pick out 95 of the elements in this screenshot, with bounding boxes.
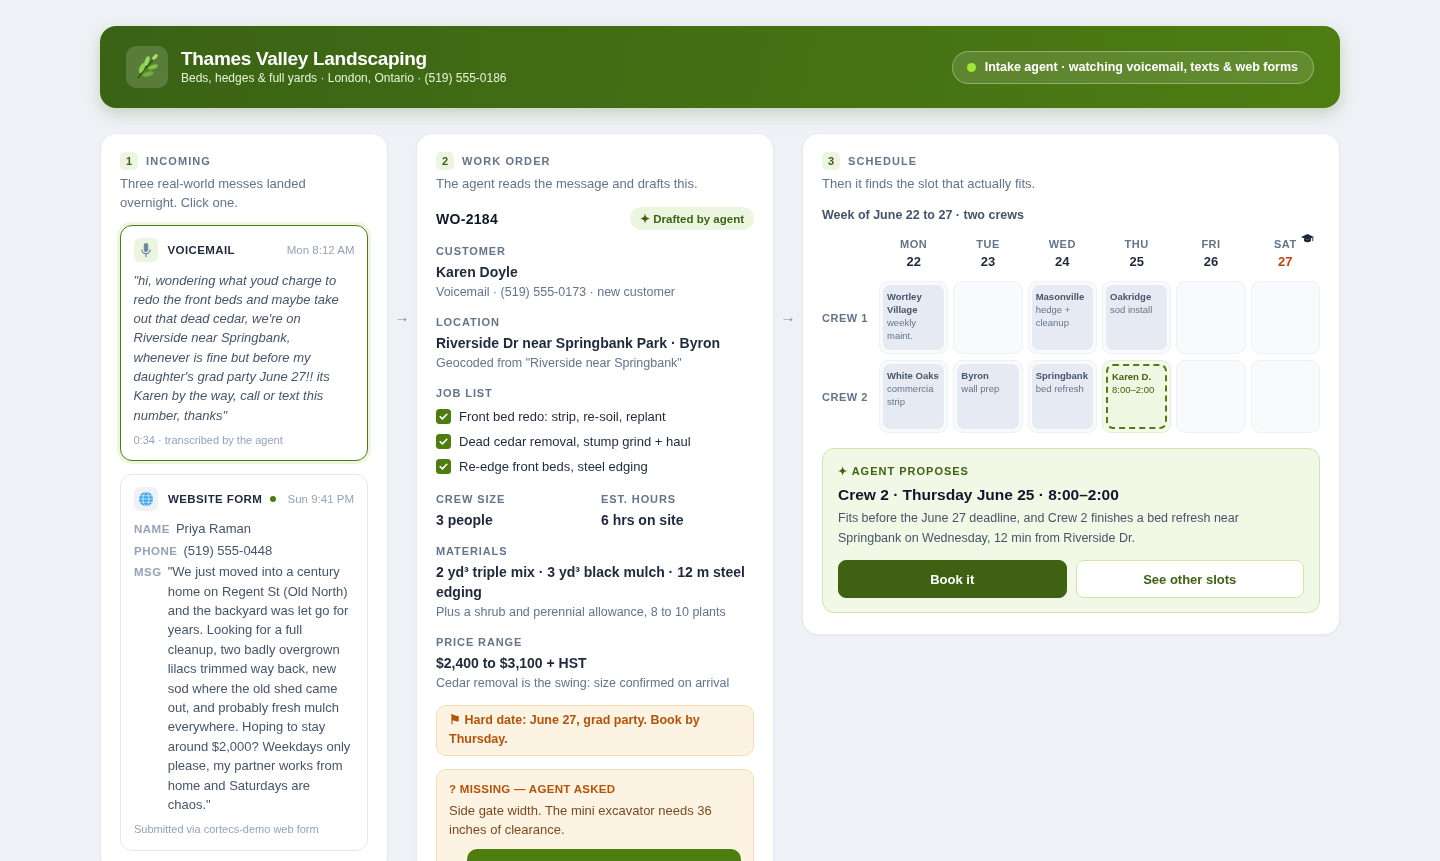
section-label: CREW SIZE	[436, 492, 507, 506]
field-label: MSG	[134, 566, 162, 579]
message-time: Mon 8:12 AM	[286, 243, 355, 256]
step-description: The agent reads the message and drafts this.	[436, 175, 699, 193]
field-label: NAME	[134, 523, 170, 536]
section-label: LOCATION	[436, 315, 501, 329]
proposal-label: ✦ AGENT PROPOSES	[838, 464, 970, 478]
job-detail: sod install	[1110, 303, 1154, 316]
field-value: Priya Raman	[175, 520, 251, 539]
step-number: 2	[436, 152, 454, 170]
checkbox[interactable]	[436, 458, 451, 474]
message-footer: Submitted via cortecs-demo web form	[134, 821, 354, 838]
proposed-slot[interactable]: Karen D. 8:00–2:00	[1106, 364, 1168, 429]
section-label: JOB LIST	[436, 386, 494, 400]
section-label: CUSTOMER	[436, 244, 507, 258]
day-date: 25	[1129, 253, 1144, 271]
job-item: Front bed redo: strip, re-soil, replant	[459, 408, 666, 424]
day-date: 27	[1278, 253, 1293, 271]
section-label: PRICE RANGE	[436, 635, 524, 649]
secondary-button[interactable]: See other slots	[1075, 560, 1304, 598]
day-name: MON	[900, 237, 928, 251]
step-number: 1	[120, 152, 138, 170]
job-detail: 8:00–2:00	[1112, 383, 1156, 396]
message-source: VOICEMAIL	[167, 243, 235, 256]
section-label: EST. HOURS	[601, 492, 677, 506]
day-name: FRI	[1201, 237, 1221, 251]
week-label: Week of June 22 to 27 · two crews	[822, 207, 1025, 223]
section-note: Geocoded from "Riverside near Springbank"	[436, 355, 683, 372]
job-item: Dead cedar removal, stump grind + haul	[459, 433, 691, 449]
day-date: 24	[1055, 253, 1070, 271]
step-description: Then it finds the slot that actually fits.	[822, 175, 1037, 193]
primary-button[interactable]: Book it	[838, 560, 1067, 598]
checkbox[interactable]	[436, 433, 451, 449]
job-detail: commercia strip	[887, 382, 935, 408]
job-title: Masonville	[1035, 290, 1086, 303]
step-title: WORK ORDER	[462, 155, 551, 167]
job-title: Karen D.	[1112, 370, 1153, 383]
day-date: 26	[1203, 253, 1219, 271]
job-title: White Oaks	[887, 369, 940, 382]
proposal-description: Fits before the June 27 deadline, and Crew 2 finishes a bed refresh near Springbank on Wednesday, 12 min from Riverside Dr.	[838, 510, 1240, 547]
job-detail: hedge + cleanup	[1035, 303, 1072, 329]
message-card[interactable]	[120, 225, 368, 462]
section-label: MATERIALS	[436, 544, 509, 558]
deadline-alert: ⚑ Hard date: June 27, grad party. Book by Thursday.	[436, 705, 754, 756]
field-value: "We just moved into a century home on Regent St (Old North) and the backyard was let go for years. Looking for a full cleanup, two badly overgrown lilacs trimmed way back, new sod where the old shed came out, and probably fresh mulch everywhere. Hoping to stay around $2,000? Weekdays only please, my partner works from home and Saturdays are chaos."	[167, 563, 352, 815]
draft-badge: ✦ Drafted by agent	[630, 207, 754, 230]
checkbox[interactable]	[436, 408, 451, 424]
crew-label: CREW 1	[822, 310, 869, 326]
work-order-id: WO-2184	[436, 210, 498, 227]
field-value: (519) 555-0448	[183, 541, 273, 560]
job-detail: weekly maint.	[887, 316, 918, 342]
section-value: Riverside Dr near Springbank Park · Byron	[436, 334, 721, 353]
day-name: WED	[1048, 237, 1076, 251]
section-note: Plus a shrub and perennial allowance, 8 to 10 plants	[436, 604, 727, 621]
section-value: 2 yd³ triple mix · 3 yd³ black mulch · 12 m steel edging	[436, 563, 746, 602]
section-value: 6 hrs on site	[601, 511, 685, 530]
job-detail: wall prep	[961, 382, 1001, 395]
voicemail-transcript: "hi, wondering what youd charge to redo the front beds and maybe take out that dead cedar, we're on Riverside near Springbank, whenever is fine but before my daughter's grad party June 27!! its Karen by the way, call or text this number, thanks"	[133, 271, 340, 425]
section-value: 3 people	[436, 511, 494, 530]
day-date: 23	[980, 253, 996, 271]
field-label: PHONE	[134, 544, 178, 557]
agent-status-text: Intake agent · watching voicemail, texts & web forms	[984, 60, 1298, 74]
day-name: THU	[1124, 237, 1149, 251]
job-title: Wortley Village	[887, 290, 923, 316]
day-name: TUE	[976, 237, 1000, 251]
section-note: Cedar removal is the swing: size confirmed on arrival	[436, 675, 731, 692]
proposal-title: Crew 2 · Thursday June 25 · 8:00–2:00	[838, 485, 1120, 505]
job-detail: bed refresh	[1035, 382, 1085, 395]
job-title: Springbank	[1035, 369, 1089, 382]
globe-icon	[134, 487, 158, 512]
step-title: INCOMING	[146, 155, 212, 167]
flow-arrow: →	[780, 308, 796, 326]
section-note: Voicemail · (519) 555-0173 · new customer	[436, 284, 676, 301]
crew-label: CREW 2	[822, 389, 869, 405]
message-time: Sun 9:41 PM	[287, 493, 354, 506]
step-description: Three real-world messes landed overnight. Click one.	[120, 175, 307, 212]
leaf-icon	[126, 46, 168, 88]
company-tagline: Beds, hedges & full yards · London, Ontario · (519) 555-0186	[181, 70, 507, 86]
step-title: SCHEDULE	[848, 155, 918, 167]
microphone-icon	[133, 237, 158, 262]
day-name: SAT	[1274, 237, 1297, 251]
missing-info-label: ? MISSING — AGENT ASKED	[449, 782, 617, 796]
graduation-cap-icon	[1301, 234, 1314, 244]
step-number: 3	[822, 152, 840, 170]
job-title: Oakridge	[1110, 290, 1153, 303]
job-title: Byron	[961, 369, 990, 382]
section-value: Karen Doyle	[436, 263, 519, 282]
message-source: WEBSITE FORM	[168, 493, 263, 506]
missing-info-text: Side gate width. The mini excavator needs 36 inches of clearance.	[449, 802, 713, 839]
section-value: $2,400 to $3,100 + HST	[436, 654, 588, 673]
company-name: Thames Valley Landscaping	[181, 48, 428, 70]
day-date: 22	[906, 253, 921, 271]
message-footer: 0:34 · transcribed by the agent	[133, 431, 355, 448]
job-item: Re-edge front beds, steel edging	[459, 458, 648, 474]
flow-arrow: →	[394, 308, 410, 326]
